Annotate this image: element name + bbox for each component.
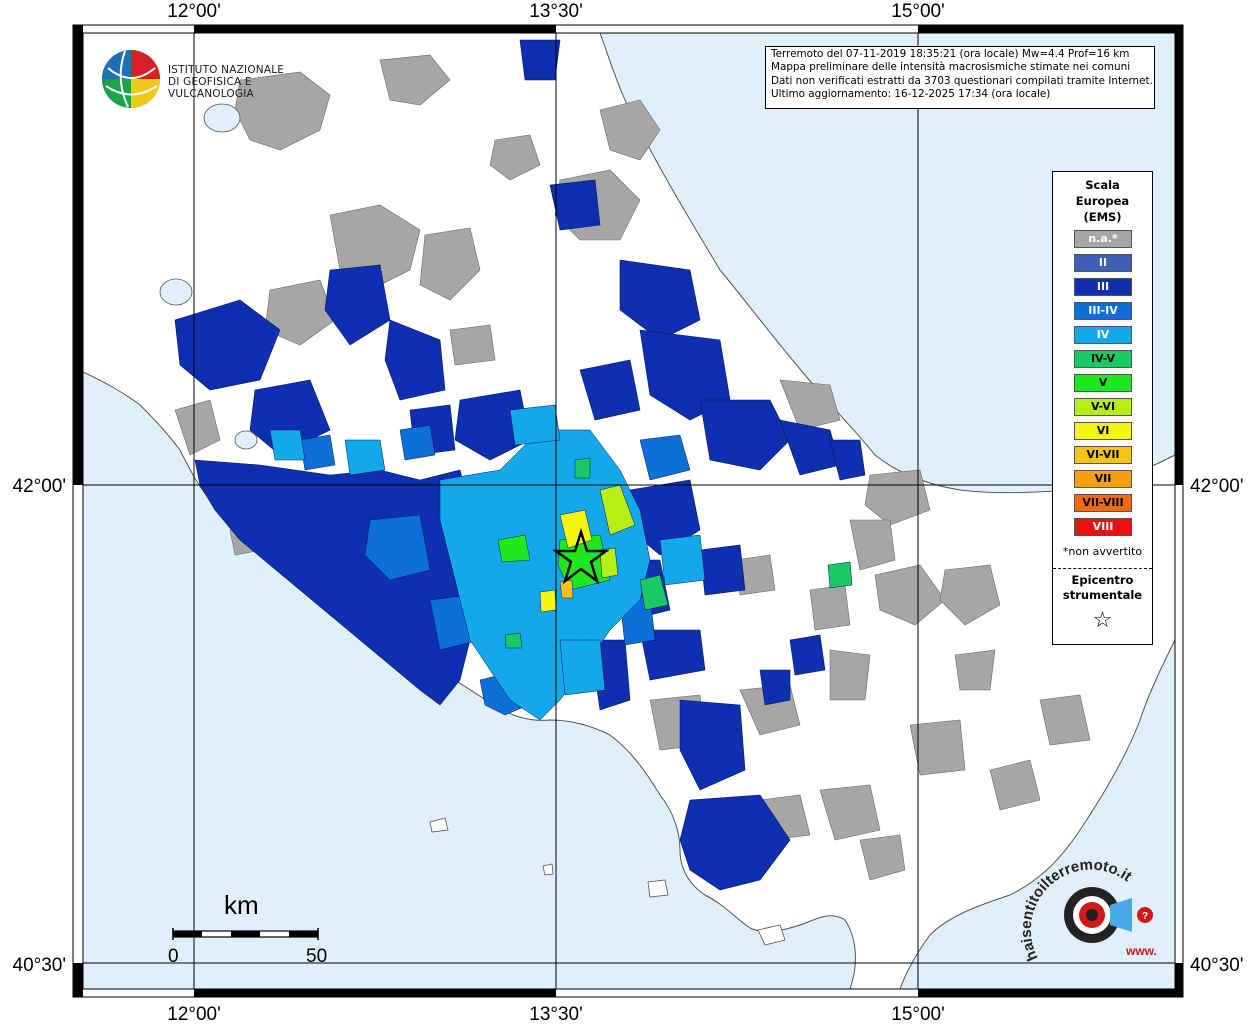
scale-end: 50 xyxy=(306,946,328,967)
axis-label-bottom-12: 12°00' xyxy=(167,1004,221,1024)
legend-title-3: (EMS) xyxy=(1083,210,1122,224)
legend-swatch-n-a: n.a.* xyxy=(1074,230,1132,248)
axis-label-left-40-30: 40°30' xyxy=(13,955,67,976)
axis-label-top-13-30: 13°30' xyxy=(529,1,583,22)
legend-swatch-v-vi: V-VI xyxy=(1074,398,1132,416)
scale-unit: km xyxy=(224,890,259,920)
legend-swatch-vii-viii: VII-VIII xyxy=(1074,494,1132,512)
ems-legend: Scala Europea (EMS) n.a.* II III III-IV IV IV… xyxy=(1052,171,1153,645)
axis-label-bottom-15: 15°00' xyxy=(891,1004,945,1024)
legend-divider xyxy=(1053,568,1152,569)
legend-swatch-iv: IV xyxy=(1074,326,1132,344)
axis-label-right-42: 42°00' xyxy=(1190,476,1244,497)
axis-label-top-12: 12°00' xyxy=(167,1,221,22)
ingv-logo: ISTITUTO NAZIONALE DI GEOFISICA E VULCAN… xyxy=(100,48,315,110)
legend-swatch-vi-vii: VI-VII xyxy=(1074,446,1132,464)
legend-swatch-ii: II xyxy=(1074,254,1132,272)
legend-swatch-viii: VIII xyxy=(1074,518,1132,536)
legend-swatch-iii-iv: III-IV xyxy=(1074,302,1132,320)
legend-swatch-iii: III xyxy=(1074,278,1132,296)
logo-line-2: DI GEOFISICA E VULCANOLOGIA xyxy=(168,76,254,100)
ingv-globe-icon xyxy=(102,50,160,108)
scale-start: 0 xyxy=(168,946,179,967)
legend-swatch-vii: VII xyxy=(1074,470,1132,488)
brand-arc-text: haisentitoilterremoto.it xyxy=(1018,856,1135,963)
legend-title-2: Europea xyxy=(1075,194,1130,208)
event-last-update: Ultimo aggiornamento: 16-12-2025 17:34 (… xyxy=(771,87,1051,100)
legend-epicenter-label-2: strumentale xyxy=(1062,588,1143,602)
legend-swatch-vi: VI xyxy=(1074,422,1132,440)
legend-swatch-v: V xyxy=(1074,374,1132,392)
event-description: Mappa preliminare delle intensità macros… xyxy=(771,61,1131,74)
axis-label-top-15: 15°00' xyxy=(891,1,945,22)
legend-not-felt-note: *non avvertito xyxy=(1062,545,1143,558)
brand-prefix: www. xyxy=(1126,944,1157,958)
legend-swatch-iv-v: IV-V xyxy=(1074,350,1132,368)
logo-line-1: ISTITUTO NAZIONALE xyxy=(168,64,285,76)
brand-text: haisentitoilterremoto.it www. xyxy=(1008,848,1168,978)
scale-bar: km 0 50 xyxy=(168,890,328,970)
event-title: Terremoto del 07-11-2019 18:35:21 (ora l… xyxy=(771,48,1130,60)
svg-text:haisentitoilterremoto.it: haisentitoilterremoto.it xyxy=(1018,856,1135,963)
axis-label-right-40-30: 40°30' xyxy=(1190,955,1244,976)
event-data-note: Dati non verificati estratti da 3703 que… xyxy=(771,74,1153,87)
scale-ruler xyxy=(172,928,319,940)
legend-epicenter-label-1: Epicentro xyxy=(1071,573,1134,587)
event-info-box: Terremoto del 07-11-2019 18:35:21 (ora l… xyxy=(765,46,1155,109)
brand-url: haisentitoilterremoto.it xyxy=(1018,856,1135,963)
legend-epicenter-star-icon: ☆ xyxy=(1092,608,1113,633)
axis-label-bottom-13-30: 13°30' xyxy=(529,1004,583,1024)
legend-title-1: Scala xyxy=(1085,178,1120,192)
axis-label-left-42: 42°00' xyxy=(13,476,67,497)
